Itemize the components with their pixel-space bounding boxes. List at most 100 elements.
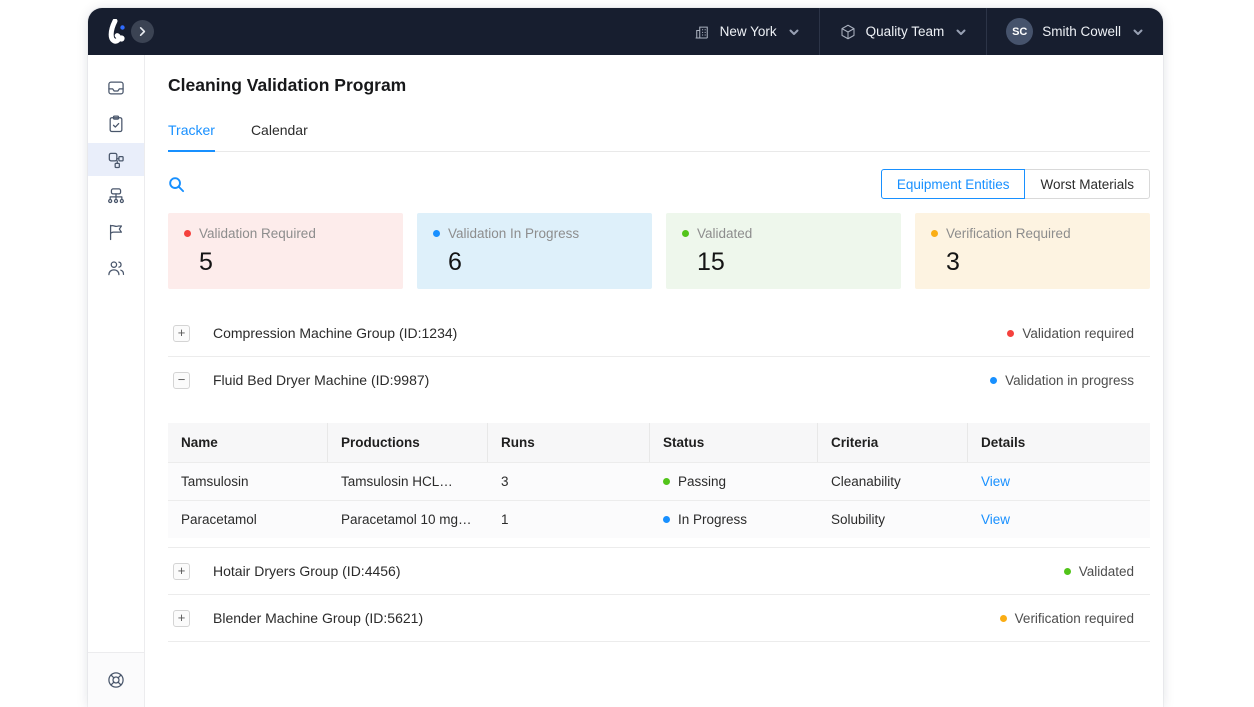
card-value: 3 — [946, 248, 1134, 277]
view-link[interactable]: View — [981, 474, 1010, 489]
user-name: Smith Cowell — [1042, 24, 1121, 39]
top-navbar: New York Quality Team SC Smith Cowell — [88, 8, 1163, 55]
group-row-blender-machine[interactable]: + Blender Machine Group (ID:5621) Verifi… — [168, 595, 1150, 641]
expand-icon[interactable]: + — [173, 325, 190, 342]
card-value: 6 — [448, 248, 636, 277]
cell-criteria: Solubility — [818, 501, 968, 538]
column-header-productions: Productions — [328, 423, 488, 462]
flag-icon — [106, 222, 126, 242]
column-header-details: Details — [968, 423, 1150, 462]
table-row: Paracetamol Paracetamol 10 mg… 1 In Prog… — [168, 500, 1150, 538]
group-row-compression-machine[interactable]: + Compression Machine Group (ID:1234) Va… — [168, 310, 1150, 356]
sidebar — [88, 55, 145, 707]
people-icon — [106, 258, 126, 278]
validation-detail-table: Name Productions Runs Status Criteria De… — [168, 423, 1150, 538]
column-header-status: Status — [650, 423, 818, 462]
card-label: Validation In Progress — [448, 226, 579, 241]
status-label: In Progress — [678, 512, 747, 527]
group-status: Validation required — [1007, 326, 1134, 341]
chevron-down-icon — [1132, 26, 1144, 38]
app-window: New York Quality Team SC Smith Cowell — [88, 8, 1163, 707]
sidebar-help[interactable] — [88, 652, 144, 707]
cell-productions: Tamsulosin HCL… — [328, 463, 488, 500]
cell-name: Paracetamol — [168, 501, 328, 538]
status-dot — [663, 478, 670, 485]
team-selector[interactable]: Quality Team — [819, 8, 987, 55]
cell-runs: 1 — [488, 501, 650, 538]
status-dot — [663, 516, 670, 523]
card-validation-in-progress: Validation In Progress 6 — [417, 213, 652, 289]
topbar-menus: New York Quality Team SC Smith Cowell — [674, 8, 1163, 55]
status-dot — [931, 230, 938, 237]
building-icon — [693, 23, 711, 41]
equipment-group-list: + Compression Machine Group (ID:1234) Va… — [168, 310, 1150, 642]
clipboard-check-icon — [106, 114, 126, 134]
group-label: Hotair Dryers Group (ID:4456) — [213, 563, 401, 579]
summary-cards: Validation Required 5 Validation In Prog… — [168, 213, 1150, 289]
page-title: Cleaning Validation Program — [168, 75, 1150, 96]
inbox-icon — [106, 78, 126, 98]
card-validated: Validated 15 — [666, 213, 901, 289]
search-button[interactable] — [168, 176, 185, 193]
tab-tracker[interactable]: Tracker — [168, 122, 215, 151]
cell-details: View — [968, 501, 1150, 538]
status-dot — [1064, 568, 1071, 575]
group-row-fluid-bed-dryer[interactable]: − Fluid Bed Dryer Machine (ID:9987) Vali… — [168, 357, 1150, 403]
card-value: 5 — [199, 248, 387, 277]
sidebar-item-hierarchy[interactable] — [88, 179, 144, 212]
search-icon — [168, 176, 185, 193]
worst-materials-button[interactable]: Worst Materials — [1024, 169, 1150, 199]
expand-icon[interactable]: + — [173, 610, 190, 627]
sidebar-item-inbox[interactable] — [88, 71, 144, 104]
sidebar-item-tasks[interactable] — [88, 107, 144, 140]
chevron-right-icon — [137, 26, 148, 37]
user-menu[interactable]: SC Smith Cowell — [986, 8, 1163, 55]
avatar: SC — [1006, 18, 1033, 45]
group-status-label: Verification required — [1015, 611, 1134, 626]
group-label: Blender Machine Group (ID:5621) — [213, 610, 423, 626]
view-link[interactable]: View — [981, 512, 1010, 527]
group-status: Verification required — [1000, 611, 1134, 626]
cell-name: Tamsulosin — [168, 463, 328, 500]
status-dot — [990, 377, 997, 384]
sidebar-item-flags[interactable] — [88, 215, 144, 248]
expand-icon[interactable]: + — [173, 563, 190, 580]
group-row-hotair-dryers[interactable]: + Hotair Dryers Group (ID:4456) Validate… — [168, 548, 1150, 594]
lifebuoy-icon — [106, 670, 126, 690]
sidebar-collapse-button[interactable] — [131, 20, 154, 43]
cell-status: Passing — [650, 463, 818, 500]
tab-calendar[interactable]: Calendar — [251, 122, 308, 151]
location-label: New York — [720, 24, 777, 39]
card-value: 15 — [697, 248, 885, 277]
workflow-group-icon — [106, 150, 126, 170]
card-label: Validation Required — [199, 226, 316, 241]
sidebar-item-validation-programs[interactable] — [88, 143, 144, 176]
cell-productions: Paracetamol 10 mg… — [328, 501, 488, 538]
sidebar-item-teams[interactable] — [88, 251, 144, 284]
column-header-runs: Runs — [488, 423, 650, 462]
tab-bar: Tracker Calendar — [168, 122, 1150, 152]
toolbar: Equipment Entities Worst Materials — [168, 169, 1150, 199]
group-section: + Blender Machine Group (ID:5621) Verifi… — [168, 595, 1150, 642]
cell-status: In Progress — [650, 501, 818, 538]
group-section: + Compression Machine Group (ID:1234) Va… — [168, 310, 1150, 357]
equipment-entities-button[interactable]: Equipment Entities — [881, 169, 1026, 199]
card-label: Validated — [697, 226, 752, 241]
collapse-icon[interactable]: − — [173, 372, 190, 389]
group-label: Compression Machine Group (ID:1234) — [213, 325, 457, 341]
cell-runs: 3 — [488, 463, 650, 500]
card-label: Verification Required — [946, 226, 1071, 241]
chevron-down-icon — [955, 26, 967, 38]
group-status-label: Validated — [1079, 564, 1134, 579]
card-verification-required: Verification Required 3 — [915, 213, 1150, 289]
status-label: Passing — [678, 474, 726, 489]
group-section-expanded: − Fluid Bed Dryer Machine (ID:9987) Vali… — [168, 357, 1150, 548]
status-dot — [184, 230, 191, 237]
location-selector[interactable]: New York — [674, 8, 819, 55]
group-status: Validated — [1064, 564, 1134, 579]
group-status-label: Validation required — [1022, 326, 1134, 341]
table-header-row: Name Productions Runs Status Criteria De… — [168, 423, 1150, 462]
group-status: Validation in progress — [990, 373, 1134, 388]
cell-details: View — [968, 463, 1150, 500]
column-header-criteria: Criteria — [818, 423, 968, 462]
